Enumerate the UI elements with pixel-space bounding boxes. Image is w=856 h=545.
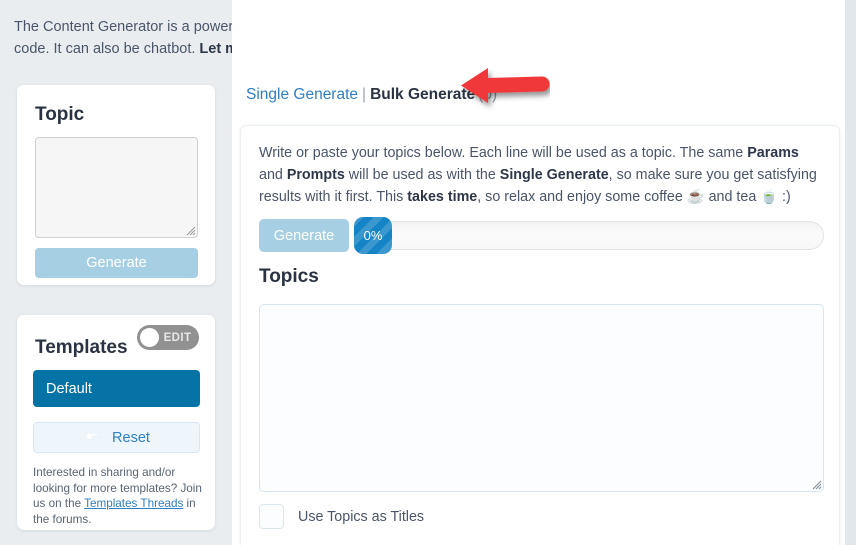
template-default-button[interactable]: Default xyxy=(33,370,200,407)
templates-edit-label: EDIT xyxy=(163,331,192,344)
bulk-generate-card: Write or paste your topics below. Each l… xyxy=(240,125,840,545)
templates-card: Templates EDIT Default Reset Interested … xyxy=(17,315,215,530)
bulk-generate-button[interactable]: Generate xyxy=(259,219,349,252)
use-topics-as-titles-row[interactable]: Use Topics as Titles xyxy=(259,504,424,529)
templates-card-title: Templates xyxy=(35,337,128,358)
use-topics-as-titles-checkbox[interactable] xyxy=(259,504,284,529)
bulk-desc-3: will be used as with the xyxy=(344,167,500,183)
templates-threads-link[interactable]: Templates Threads xyxy=(84,497,183,510)
coffee-emoji: ☕ xyxy=(686,189,705,205)
bulk-desc-6: and tea xyxy=(704,189,761,205)
bulk-desc-params: Params xyxy=(747,145,799,161)
right-scroll-gutter xyxy=(845,0,856,545)
intro-text-2: chatbot. xyxy=(143,41,200,57)
main-panel: Single Generate | Bulk Generate (0) Write o… xyxy=(232,0,846,545)
page-frame: The Content Generator is a powerful tool… xyxy=(0,0,846,545)
bulk-progress-bar xyxy=(359,221,824,250)
bulk-progress-percent-badge: 0% xyxy=(354,217,392,254)
topic-generate-button[interactable]: Generate xyxy=(35,248,198,278)
templates-footer-text: Interested in sharing and/or looking for… xyxy=(33,465,205,527)
topic-input[interactable] xyxy=(35,137,198,238)
tab-separator: | xyxy=(362,86,367,103)
undo-arrow-icon xyxy=(84,430,103,440)
topic-card-title: Topic xyxy=(35,104,85,125)
bulk-desc-prompts: Prompts xyxy=(286,167,345,183)
bulk-description: Write or paste your topics below. Each l… xyxy=(259,142,823,208)
topics-input[interactable] xyxy=(259,304,824,492)
bulk-desc-1: Write or paste your topics below. Each l… xyxy=(259,145,748,161)
bulk-desc-takes-time: takes time xyxy=(407,189,478,205)
toggle-knob-icon xyxy=(140,328,159,347)
templates-edit-toggle[interactable]: EDIT xyxy=(137,325,199,350)
topic-card: Topic Generate xyxy=(17,85,215,285)
tab-bulk-generate[interactable]: Bulk Generate (0) xyxy=(370,86,497,103)
template-reset-label: Reset xyxy=(112,429,150,446)
bulk-desc-5: , so relax and enjoy some coffee xyxy=(477,189,687,205)
template-reset-button[interactable]: Reset xyxy=(33,422,200,453)
tab-single-generate[interactable]: Single Generate xyxy=(246,86,358,103)
tea-emoji: 🍵 xyxy=(760,189,779,205)
use-topics-as-titles-label: Use Topics as Titles xyxy=(298,508,425,525)
bulk-desc-single-generate: Single Generate xyxy=(499,167,609,183)
bulk-desc-7: :) xyxy=(778,189,791,205)
generate-mode-tabs: Single Generate | Bulk Generate (0) xyxy=(246,86,497,104)
bulk-desc-2: and xyxy=(259,167,287,183)
tab-bulk-generate-count: (0) xyxy=(478,86,498,103)
tab-bulk-generate-label: Bulk Generate xyxy=(370,86,476,103)
topics-section-title: Topics xyxy=(259,266,319,287)
